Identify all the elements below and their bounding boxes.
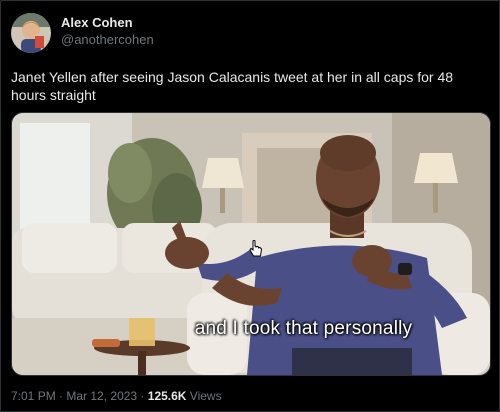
- hand-pointer-icon: [249, 240, 263, 258]
- views-count[interactable]: 125.6K: [148, 389, 187, 403]
- meta-separator: ·: [137, 389, 148, 403]
- author-display-name[interactable]: Alex Cohen: [61, 15, 154, 31]
- meta-separator: ·: [55, 389, 67, 403]
- tweet-author[interactable]: Alex Cohen @anothercohen: [11, 13, 154, 53]
- tweet-meta: 7:01 PM · Mar 12, 2023 · 125.6K Views: [11, 389, 222, 403]
- tweet-date[interactable]: Mar 12, 2023: [66, 389, 137, 403]
- avatar-photo-icon: [11, 13, 51, 53]
- author-avatar[interactable]: [11, 13, 51, 53]
- views-label: Views: [186, 389, 222, 403]
- video-caption: and I took that personally: [194, 318, 413, 339]
- tweet-media-video[interactable]: and I took that personally: [11, 112, 491, 376]
- author-handle[interactable]: @anothercohen: [61, 31, 154, 49]
- tweet-card: Alex Cohen @anothercohen Janet Yellen af…: [0, 0, 500, 412]
- tweet-time[interactable]: 7:01 PM: [11, 389, 56, 403]
- tweet-text: Janet Yellen after seeing Jason Calacani…: [11, 69, 454, 103]
